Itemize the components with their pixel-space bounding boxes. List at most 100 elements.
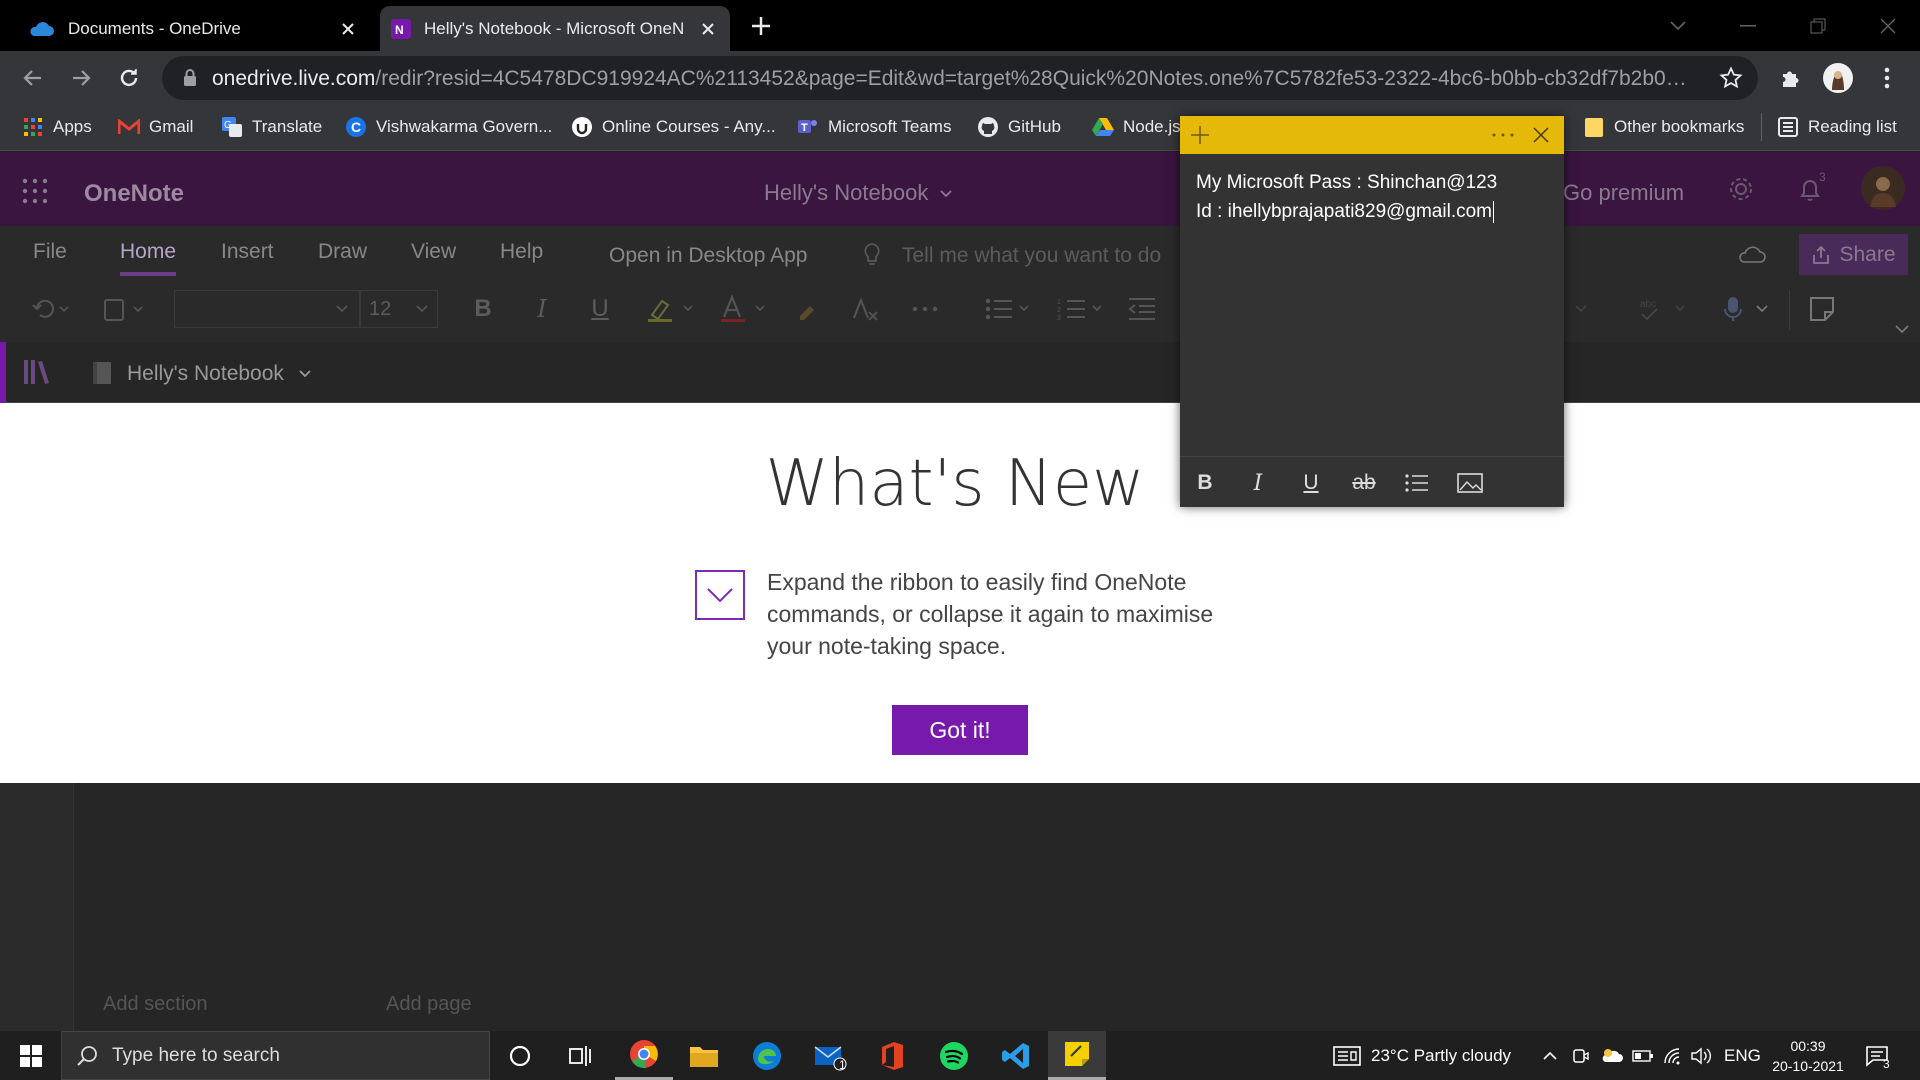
sync-status-icon[interactable] [1738,244,1768,266]
tab-search-icon[interactable] [1647,0,1709,51]
open-in-desktop-app[interactable]: Open in Desktop App [609,244,807,268]
forward-icon[interactable] [65,62,97,94]
lock-icon[interactable] [182,68,198,88]
undo-icon[interactable] [26,294,76,324]
notebooks-library-icon[interactable] [22,358,54,386]
decrease-indent-icon[interactable] [1126,294,1158,324]
note-menu-dots-icon[interactable] [1492,133,1514,137]
italic-icon[interactable]: I [1244,470,1272,496]
spelling-icon[interactable]: abc [1635,294,1691,324]
reading-list[interactable]: Reading list [1777,114,1897,140]
bookmark-star-icon[interactable] [1719,66,1743,90]
notifications-bell-icon[interactable]: 3 [1797,170,1826,204]
insert-image-icon[interactable] [1456,470,1484,496]
close-tab-icon[interactable] [698,19,718,39]
add-note-plus-icon[interactable] [1190,125,1210,145]
edge-icon[interactable] [738,1031,796,1080]
onenote-app-name[interactable]: OneNote [84,180,184,208]
underline-icon[interactable]: U [1297,470,1325,496]
add-page-button[interactable]: Add page [386,993,472,1016]
styles-chevron-icon[interactable] [1567,294,1595,324]
office-icon[interactable] [863,1031,921,1080]
clipboard-icon[interactable] [96,294,152,324]
vscode-icon[interactable] [987,1031,1045,1080]
reload-icon[interactable] [113,62,145,94]
volume-icon[interactable] [1690,1031,1712,1080]
settings-gear-icon[interactable] [1728,176,1754,202]
close-tab-icon[interactable] [338,19,358,39]
file-explorer-icon[interactable] [675,1031,733,1080]
numbered-list-icon[interactable]: 123 [1056,294,1110,324]
clear-formatting-icon[interactable] [850,294,882,324]
chrome-taskbar-icon[interactable] [615,1031,673,1080]
bold-icon[interactable]: B [1191,470,1219,496]
underline-icon[interactable]: U [586,294,614,324]
highlight-icon[interactable] [645,294,697,324]
strikethrough-icon[interactable]: ab [1350,470,1378,496]
wifi-icon[interactable] [1663,1031,1683,1080]
extensions-puzzle-icon[interactable] [1775,62,1807,94]
tab-file[interactable]: File [33,240,67,264]
bookmark-other-folder[interactable]: Other bookmarks [1583,114,1744,140]
user-avatar[interactable] [1860,165,1906,211]
notebook-name-dropdown[interactable]: Helly's Notebook [127,362,312,386]
minimize-icon[interactable] [1717,0,1779,51]
more-options-icon[interactable] [910,294,940,324]
cortana-icon[interactable] [491,1031,549,1080]
task-view-icon[interactable] [551,1031,609,1080]
font-color-icon[interactable] [717,294,769,324]
bookmark-vishwakarma[interactable]: C Vishwakarma Govern... [345,114,552,140]
action-center-icon[interactable]: 3 [1865,1031,1891,1080]
add-section-button[interactable]: Add section [103,993,208,1016]
language-indicator[interactable]: ENG [1724,1031,1761,1080]
bullet-list-icon[interactable] [983,294,1037,324]
profile-avatar[interactable] [1822,62,1854,94]
bookmark-translate[interactable]: G Translate [221,114,322,140]
bookmark-gmail[interactable]: Gmail [118,114,193,140]
tab-documents-onedrive[interactable]: Documents - OneDrive [14,6,370,51]
restore-icon[interactable] [1787,0,1849,51]
tab-onenote[interactable]: N Helly's Notebook - Microsoft OneNote [380,6,730,51]
app-launcher-waffle-icon[interactable] [22,178,48,204]
tab-home[interactable]: Home [120,240,176,264]
sticky-notes-taskbar-icon[interactable] [1048,1031,1106,1080]
onedrive-tray-icon[interactable] [1600,1031,1624,1080]
go-premium-link[interactable]: Go premium [1563,180,1684,206]
taskbar-search-box[interactable]: Type here to search [61,1031,490,1080]
bullet-list-icon[interactable] [1403,470,1431,496]
sticky-note-content[interactable]: My Microsoft Pass : Shinchan@123 Id : ih… [1196,168,1497,226]
weather-widget[interactable]: 23°C Partly cloudy [1333,1031,1511,1080]
windows-start-icon[interactable] [2,1031,60,1080]
notebook-title-dropdown[interactable]: Helly's Notebook [764,180,953,206]
bookmark-github[interactable]: GitHub [977,114,1061,140]
font-size-select[interactable]: 12 [360,290,438,328]
bookmark-nodejs[interactable]: Node.js [1092,114,1181,140]
tell-me-search[interactable]: Tell me what you want to do [902,244,1161,268]
spotify-icon[interactable] [925,1031,983,1080]
show-hidden-icons-chevron-icon[interactable] [1542,1031,1558,1080]
chrome-menu-icon[interactable] [1871,62,1903,94]
tab-help[interactable]: Help [500,240,543,264]
tab-draw[interactable]: Draw [318,240,367,264]
window-close-icon[interactable] [1857,0,1919,51]
dictate-microphone-icon[interactable] [1718,294,1774,324]
sticky-notes-icon[interactable] [1806,294,1838,324]
bold-icon[interactable]: B [469,294,497,324]
format-painter-icon[interactable] [793,294,825,324]
font-family-select[interactable] [174,290,360,328]
share-button[interactable]: Share [1799,234,1908,275]
battery-icon[interactable] [1632,1031,1654,1080]
meet-now-icon[interactable] [1572,1031,1590,1080]
tab-view[interactable]: View [411,240,456,264]
expand-ribbon-chevron-icon[interactable] [1890,314,1914,344]
address-bar[interactable]: onedrive.live.com/redir?resid=4C5478DC91… [162,56,1758,100]
bookmark-apps[interactable]: Apps [22,114,92,140]
back-icon[interactable] [17,62,49,94]
bookmark-microsoft-teams[interactable]: T Microsoft Teams [797,114,951,140]
clock[interactable]: 00:39 20-10-2021 [1768,1031,1848,1080]
bookmark-online-courses[interactable]: Online Courses - Any... [571,114,776,140]
italic-icon[interactable]: I [528,294,556,324]
got-it-button[interactable]: Got it! [892,705,1028,755]
new-tab-icon[interactable] [749,14,773,38]
close-note-icon[interactable] [1532,126,1550,144]
